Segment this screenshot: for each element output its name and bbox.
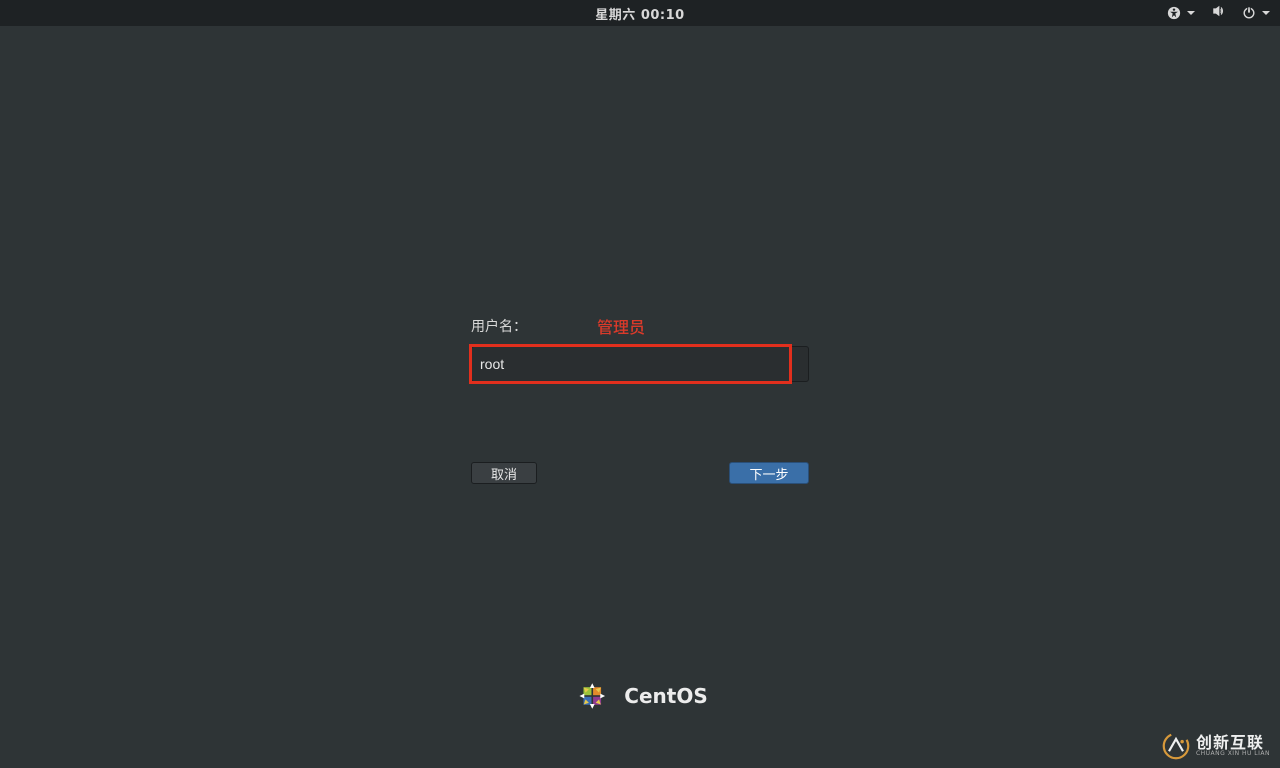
username-label: 用户名： xyxy=(471,316,527,336)
power-menu[interactable] xyxy=(1242,6,1270,20)
volume-icon xyxy=(1211,4,1226,18)
accessibility-icon xyxy=(1167,6,1181,20)
login-form: 用户名： 管理员 xyxy=(471,316,809,382)
username-input-wrap xyxy=(471,346,809,382)
top-panel: 星期六 00:10 xyxy=(0,0,1280,26)
annotation-admin: 管理员 xyxy=(597,314,645,338)
watermark-text-cn: 创新互联 xyxy=(1196,735,1270,751)
os-branding: CentOS xyxy=(572,676,707,716)
chevron-down-icon xyxy=(1187,11,1195,15)
next-button[interactable]: 下一步 xyxy=(729,462,809,484)
cancel-button[interactable]: 取消 xyxy=(471,462,537,484)
watermark-text-en: CHUANG XIN HU LIAN xyxy=(1196,751,1270,757)
username-input[interactable] xyxy=(471,346,809,382)
button-row: 取消 下一步 xyxy=(471,462,809,484)
volume-button[interactable] xyxy=(1211,4,1226,22)
chevron-down-icon xyxy=(1262,11,1270,15)
accessibility-menu[interactable] xyxy=(1167,6,1195,20)
os-name: CentOS xyxy=(624,684,707,708)
clock[interactable]: 星期六 00:10 xyxy=(595,4,684,23)
watermark-logo-icon xyxy=(1162,732,1190,760)
power-icon xyxy=(1242,6,1256,20)
centos-logo-icon xyxy=(572,676,612,716)
watermark: 创新互联 CHUANG XIN HU LIAN xyxy=(1162,732,1270,760)
